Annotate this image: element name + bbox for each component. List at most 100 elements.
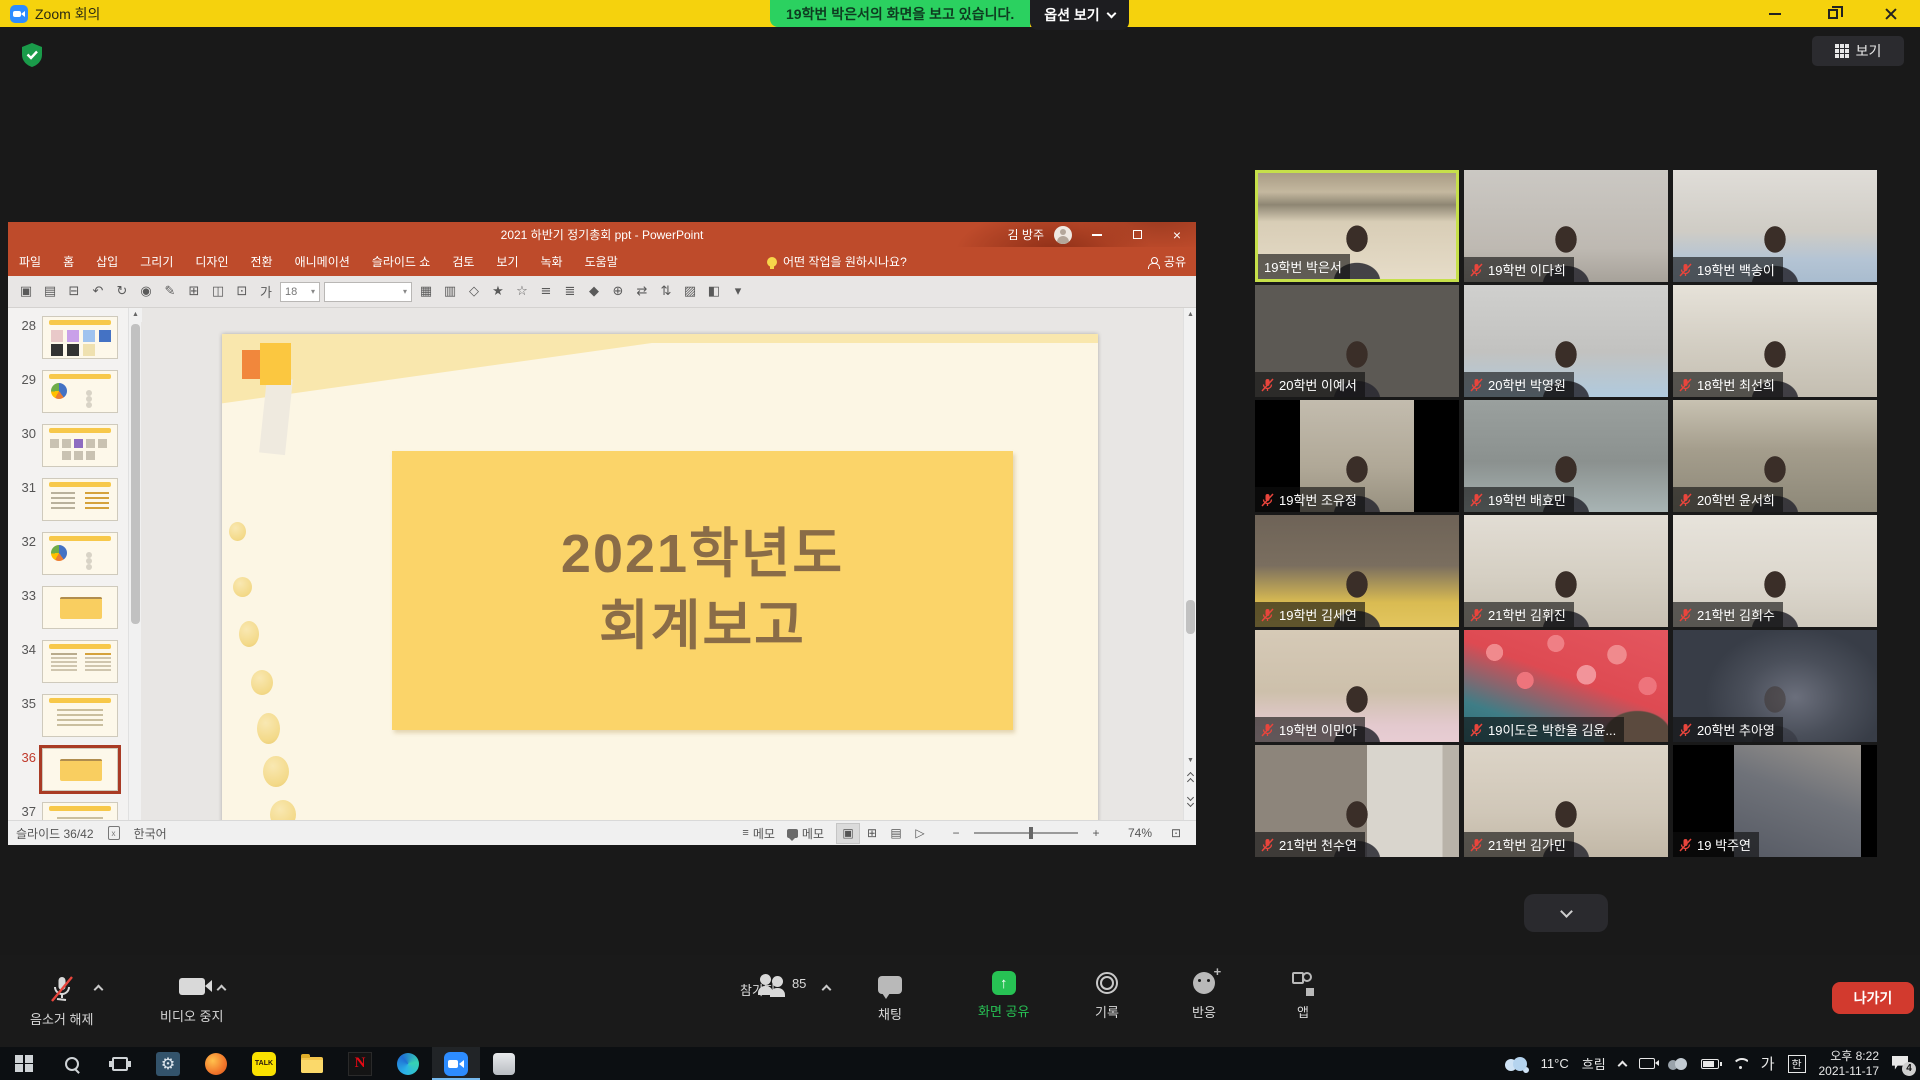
participant-tile[interactable]: 21학번 김가민 — [1464, 745, 1668, 857]
start[interactable] — [0, 1047, 48, 1080]
participant-tile[interactable]: 19학번 백송이 — [1673, 170, 1877, 282]
orange-app[interactable] — [192, 1047, 240, 1080]
ribbon-tab[interactable]: 보기 — [485, 247, 529, 276]
toolbar-icon[interactable]: ◧ — [704, 284, 724, 299]
chat-button[interactable]: 채팅 — [878, 974, 902, 1023]
toolbar-icon[interactable]: ☆ — [512, 284, 532, 299]
search[interactable] — [48, 1047, 96, 1080]
participant-tile[interactable]: 20학번 박영원 — [1464, 285, 1668, 397]
accessibility-icon[interactable]: x — [108, 826, 120, 840]
view-options-button[interactable]: 옵션 보기 — [1030, 0, 1128, 30]
slide-thumbnail[interactable] — [42, 694, 118, 737]
mic-options-caret[interactable] — [94, 985, 104, 995]
capture-app[interactable] — [480, 1047, 528, 1080]
whale-browser[interactable] — [384, 1047, 432, 1080]
ribbon-tab[interactable]: 검토 — [441, 247, 485, 276]
toolbar-icon[interactable]: 가 — [256, 282, 276, 301]
participant-tile[interactable]: 21학번 김휘진 — [1464, 515, 1668, 627]
close-button[interactable] — [1862, 0, 1920, 27]
ribbon-tab[interactable]: 디자인 — [184, 247, 239, 276]
participant-tile[interactable]: 19학번 배효민 — [1464, 400, 1668, 512]
ribbon-tab[interactable]: 삽입 — [85, 247, 129, 276]
fit-to-window-button[interactable]: ⊡ — [1164, 823, 1188, 844]
slide-thumbnail[interactable] — [42, 640, 118, 683]
next-slide-button[interactable] — [1184, 792, 1197, 808]
ribbon-tab[interactable]: 그리기 — [129, 247, 184, 276]
unmute-button[interactable]: 음소거 해제 — [30, 975, 93, 1028]
ribbon-tab[interactable]: 홈 — [52, 247, 85, 276]
record-button[interactable]: 기록 — [1095, 972, 1119, 1021]
participant-tile[interactable]: 20학번 윤서희 — [1673, 400, 1877, 512]
toolbar-icon[interactable]: ◉ — [136, 282, 156, 301]
share-screen-button[interactable]: ↑ 화면 공유 — [978, 971, 1029, 1020]
apps-button[interactable]: 앱 — [1292, 972, 1314, 1021]
toolbar-icon[interactable]: ↶ — [88, 282, 108, 301]
reactions-button[interactable]: 반응 — [1192, 972, 1216, 1021]
slideshow-button[interactable]: ▷ — [908, 823, 932, 844]
canvas-scrollbar[interactable]: ▲ ▼ — [1183, 308, 1196, 820]
tray-camera-icon[interactable] — [1639, 1058, 1655, 1069]
slide-thumbnail[interactable] — [42, 802, 118, 820]
scroll-up-arrow[interactable]: ▲ — [1184, 308, 1197, 322]
weather-temp[interactable]: 11°C — [1541, 1056, 1569, 1071]
toolbar-icon[interactable]: ✎ — [160, 282, 180, 301]
toolbar-icon[interactable]: ⊡ — [232, 282, 252, 301]
toolbar-icon[interactable]: ◆ — [584, 284, 604, 299]
toolbar-icon[interactable]: ⊕ — [608, 284, 628, 299]
participant-tile[interactable]: 19이도은 박한울 김윤... — [1464, 630, 1668, 742]
participant-tile[interactable]: 19학번 이다희 — [1464, 170, 1668, 282]
toolbar-icon[interactable]: ▤ — [40, 282, 60, 301]
participant-tile[interactable]: 19학번 박은서 — [1255, 170, 1459, 282]
zoom-out-button[interactable]: − — [944, 823, 968, 844]
previous-slide-button[interactable] — [1184, 770, 1197, 786]
normal-view-button[interactable]: ▣ — [836, 823, 860, 844]
participant-tile[interactable]: 21학번 천수연 — [1255, 745, 1459, 857]
slide-thumbnail[interactable] — [42, 748, 118, 791]
toolbar-icon[interactable]: ▣ — [16, 282, 36, 301]
tellme-search[interactable]: 어떤 작업을 원하시나요? — [767, 253, 907, 270]
participant-tile[interactable]: 19학번 김세연 — [1255, 515, 1459, 627]
participant-tile[interactable]: 20학번 추아영 — [1673, 630, 1877, 742]
settings[interactable]: ⚙ — [144, 1047, 192, 1080]
participant-tile[interactable]: 19학번 이민아 — [1255, 630, 1459, 742]
ppt-close-button[interactable]: × — [1162, 222, 1192, 247]
slide-thumbnail[interactable] — [42, 586, 118, 629]
scroll-down-arrow[interactable]: ▼ — [1184, 754, 1197, 768]
minimize-button[interactable] — [1746, 0, 1804, 27]
wifi-icon[interactable] — [1732, 1058, 1748, 1070]
taskbar-clock[interactable]: 오후 8:22 2021-11-17 — [1819, 1049, 1880, 1079]
scroll-participants-down-button[interactable] — [1524, 894, 1608, 932]
scrollbar-thumb[interactable] — [1186, 600, 1195, 634]
gallery-view-button[interactable]: 보기 — [1812, 36, 1904, 66]
ppt-minimize-button[interactable] — [1082, 222, 1112, 247]
comments-button[interactable]: 메모 — [787, 825, 824, 842]
ribbon-tab[interactable]: 녹화 — [530, 247, 574, 276]
file-explorer[interactable] — [288, 1047, 336, 1080]
scrollbar-thumb[interactable] — [131, 324, 140, 624]
zoom[interactable] — [432, 1047, 480, 1080]
toolbar-icon[interactable]: ⇅ — [656, 284, 676, 299]
participant-tile[interactable]: 18학번 최선희 — [1673, 285, 1877, 397]
scroll-up-arrow[interactable]: ▲ — [129, 308, 142, 322]
participants-caret[interactable] — [822, 985, 832, 995]
participant-tile[interactable]: 21학번 김희수 — [1673, 515, 1877, 627]
ribbon-tab[interactable]: 파일 — [8, 247, 52, 276]
toolbar-icon[interactable]: ▥ — [440, 284, 460, 299]
toolbar-icon[interactable]: ▦ — [416, 284, 436, 299]
font-size-box[interactable]: 18▾ — [280, 282, 320, 302]
slide-thumbnail[interactable] — [42, 316, 118, 359]
kakaotalk[interactable]: TALK — [240, 1047, 288, 1080]
action-center-button[interactable]: 4 — [1892, 1055, 1912, 1073]
battery-icon[interactable] — [1701, 1059, 1719, 1069]
toolbar-icon[interactable]: ⇄ — [632, 284, 652, 299]
slide-thumbnail[interactable] — [42, 478, 118, 521]
ppt-share-button[interactable]: 공유 — [1148, 253, 1186, 270]
ribbon-tab[interactable]: 도움말 — [574, 247, 629, 276]
weather-cloud-icon[interactable] — [1502, 1057, 1528, 1071]
toolbar-icon[interactable]: ≡ — [536, 284, 556, 299]
ribbon-tab[interactable]: 전환 — [239, 247, 283, 276]
stop-video-button[interactable]: 비디오 중지 — [160, 975, 223, 1025]
thumbnail-scrollbar[interactable]: ▲ — [128, 308, 141, 820]
onedrive-icon[interactable] — [1668, 1058, 1688, 1070]
ime-mode-indicator[interactable]: 가 — [1761, 1053, 1775, 1074]
